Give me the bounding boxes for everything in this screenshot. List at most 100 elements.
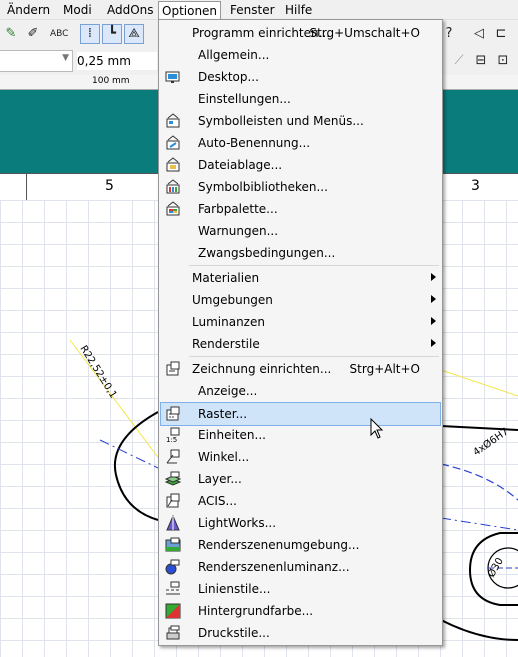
- submenu-arrow-icon: [431, 339, 436, 347]
- dim-style2-icon[interactable]: ⊟: [472, 52, 490, 70]
- line-width-field[interactable]: 0,25 mm: [77, 52, 157, 70]
- menu-item-label: Druckstile...: [198, 626, 270, 640]
- menu-item-label: Renderstile: [192, 337, 260, 351]
- dim-style-icon[interactable]: ⟋: [450, 52, 468, 70]
- hole-dim-line: [440, 369, 518, 397]
- menu-item-materialien[interactable]: Materialien: [161, 267, 440, 289]
- line-type-dropdown[interactable]: ▼: [0, 50, 73, 72]
- submenu-arrow-icon: [431, 273, 436, 281]
- menu-item-hintergrundfarbe[interactable]: Hintergrundfarbe...: [161, 600, 440, 622]
- drawing-setup-icon: [166, 361, 180, 376]
- print-styles-icon: [166, 625, 180, 640]
- dim-icon[interactable]: ⊏: [492, 25, 510, 43]
- menu-item-raster[interactable]: Raster...: [160, 402, 441, 426]
- symbol-library-icon: [166, 179, 180, 194]
- menu-item-label: Symbolleisten und Menüs...: [198, 114, 364, 128]
- menu-item-winkel[interactable]: Winkel...: [161, 446, 440, 468]
- menu-item-shortcut: Strg+Alt+O: [349, 362, 420, 376]
- optionen-dropdown-menu: Programm einrichten... Strg+Umschalt+O A…: [158, 19, 443, 646]
- menu-item-zwangsbedingungen[interactable]: Zwangsbedingungen...: [161, 242, 440, 264]
- menu-item-symbolleisten[interactable]: Symbolleisten und Menüs...: [161, 110, 440, 132]
- center-circle-arc: [440, 463, 518, 501]
- submenu-arrow-icon: [431, 317, 436, 325]
- menu-item-layer[interactable]: Layer...: [161, 468, 440, 490]
- menu-item-label: Winkel...: [198, 450, 250, 464]
- toolbars-icon: [166, 113, 180, 128]
- menu-item-dateiablage[interactable]: Dateiablage...: [161, 154, 440, 176]
- menu-item-label: Raster...: [198, 407, 248, 421]
- grid-icon: [166, 406, 180, 421]
- outer-contour-bottom: [440, 619, 518, 641]
- menu-item-acis[interactable]: ACIS...: [161, 490, 440, 512]
- menu-item-allgemein[interactable]: Allgemein...: [161, 44, 440, 66]
- menu-item-auto-benennung[interactable]: Auto-Benennung...: [161, 132, 440, 154]
- menu-item-umgebungen[interactable]: Umgebungen: [161, 289, 440, 311]
- units-icon: 1:5: [166, 427, 180, 443]
- menu-item-symbolbibliotheken[interactable]: Symbolbibliotheken...: [161, 176, 440, 198]
- menu-item-label: Einstellungen...: [198, 92, 291, 106]
- menu-item-label: Anzeige...: [198, 384, 258, 398]
- menu-item-farbpalette[interactable]: Farbpalette...: [161, 198, 440, 220]
- menu-separator: [189, 265, 439, 266]
- angle-icon: [166, 449, 180, 464]
- frame-divider: [26, 174, 27, 200]
- render-scene-icon: [165, 537, 181, 552]
- menu-item-linienstile[interactable]: Linienstile...: [161, 578, 440, 600]
- menu-item-renderstile[interactable]: Renderstile: [161, 333, 440, 355]
- paint-icon[interactable]: ✎: [2, 25, 20, 43]
- acis-icon: [166, 493, 180, 508]
- menu-item-druckstile[interactable]: Druckstile...: [161, 622, 440, 644]
- menu-item-label: Materialien: [192, 271, 260, 285]
- file-storage-icon: [166, 157, 180, 172]
- menu-item-label: Symbolbibliotheken...: [198, 180, 328, 194]
- menu-separator: [189, 356, 439, 357]
- auto-naming-icon: [166, 135, 180, 150]
- menu-item-label: Einheiten...: [198, 428, 266, 442]
- menu-item-label: ACIS...: [198, 494, 237, 508]
- color-palette-icon: [166, 201, 180, 216]
- menu-item-renderszenenluminanz[interactable]: Renderszenenluminanz...: [161, 556, 440, 578]
- menu-hilfe[interactable]: Hilfe: [282, 2, 315, 18]
- center-line-right: [440, 517, 518, 531]
- ruler-label: 100 mm: [92, 76, 130, 86]
- menu-item-label: Layer...: [198, 472, 242, 486]
- menu-item-label: Renderszenenumgebung...: [198, 538, 360, 552]
- menu-item-warnungen[interactable]: Warnungen...: [161, 220, 440, 242]
- menu-addons[interactable]: AddOns: [104, 2, 157, 18]
- dim-style3-icon[interactable]: ⊡: [494, 52, 512, 70]
- radius-label: R22,52±0,1: [77, 344, 118, 401]
- menu-item-programm-einrichten[interactable]: Programm einrichten... Strg+Umschalt+O: [161, 22, 440, 44]
- menu-item-label: Luminanzen: [192, 315, 265, 329]
- menu-item-label: Allgemein...: [198, 48, 270, 62]
- menu-item-label: Zeichnung einrichten...: [192, 362, 332, 376]
- render-luminance-icon: [165, 559, 180, 575]
- arrow-icon[interactable]: ◁: [470, 25, 488, 43]
- menu-item-einstellungen[interactable]: Einstellungen...: [161, 88, 440, 110]
- menu-item-anzeige[interactable]: Anzeige...: [161, 380, 440, 402]
- menu-item-einheiten[interactable]: 1:5 Einheiten...: [161, 424, 440, 446]
- menu-item-renderszenenumgebung[interactable]: Renderszenenumgebung...: [161, 534, 440, 556]
- menu-item-shortcut: Strg+Umschalt+O: [309, 26, 420, 40]
- spellcheck-icon[interactable]: ABC: [50, 25, 68, 43]
- svg-text:1:5: 1:5: [166, 436, 177, 443]
- angle-snap-icon[interactable]: ⟁: [124, 24, 144, 44]
- menu-item-label: Auto-Benennung...: [198, 136, 311, 150]
- ortho-icon[interactable]: ┗: [102, 24, 122, 44]
- menu-item-label: LightWorks...: [198, 516, 277, 530]
- chevron-down-icon: ▼: [62, 53, 69, 63]
- brush-icon[interactable]: ✐: [24, 25, 42, 43]
- grid-snap-icon[interactable]: ⁞: [80, 24, 100, 44]
- menu-item-luminanzen[interactable]: Luminanzen: [161, 311, 440, 333]
- menu-item-zeichnung-einrichten[interactable]: Zeichnung einrichten... Strg+Alt+O: [161, 358, 440, 380]
- desktop-icon: [165, 71, 180, 83]
- menu-item-lightworks[interactable]: LightWorks...: [161, 512, 440, 534]
- menu-item-label: Zwangsbedingungen...: [198, 246, 336, 260]
- hole-label: 4xØ6H7: [471, 425, 511, 458]
- menu-item-label: Dateiablage...: [198, 158, 283, 172]
- menu-aendern[interactable]: Ändern: [4, 2, 53, 18]
- menu-fenster[interactable]: Fenster: [227, 2, 278, 18]
- menu-item-desktop[interactable]: Desktop...: [161, 66, 440, 88]
- menu-modi[interactable]: Modi: [60, 2, 95, 18]
- frame-column-right: 3: [471, 178, 480, 194]
- menu-optionen[interactable]: Optionen: [158, 1, 222, 20]
